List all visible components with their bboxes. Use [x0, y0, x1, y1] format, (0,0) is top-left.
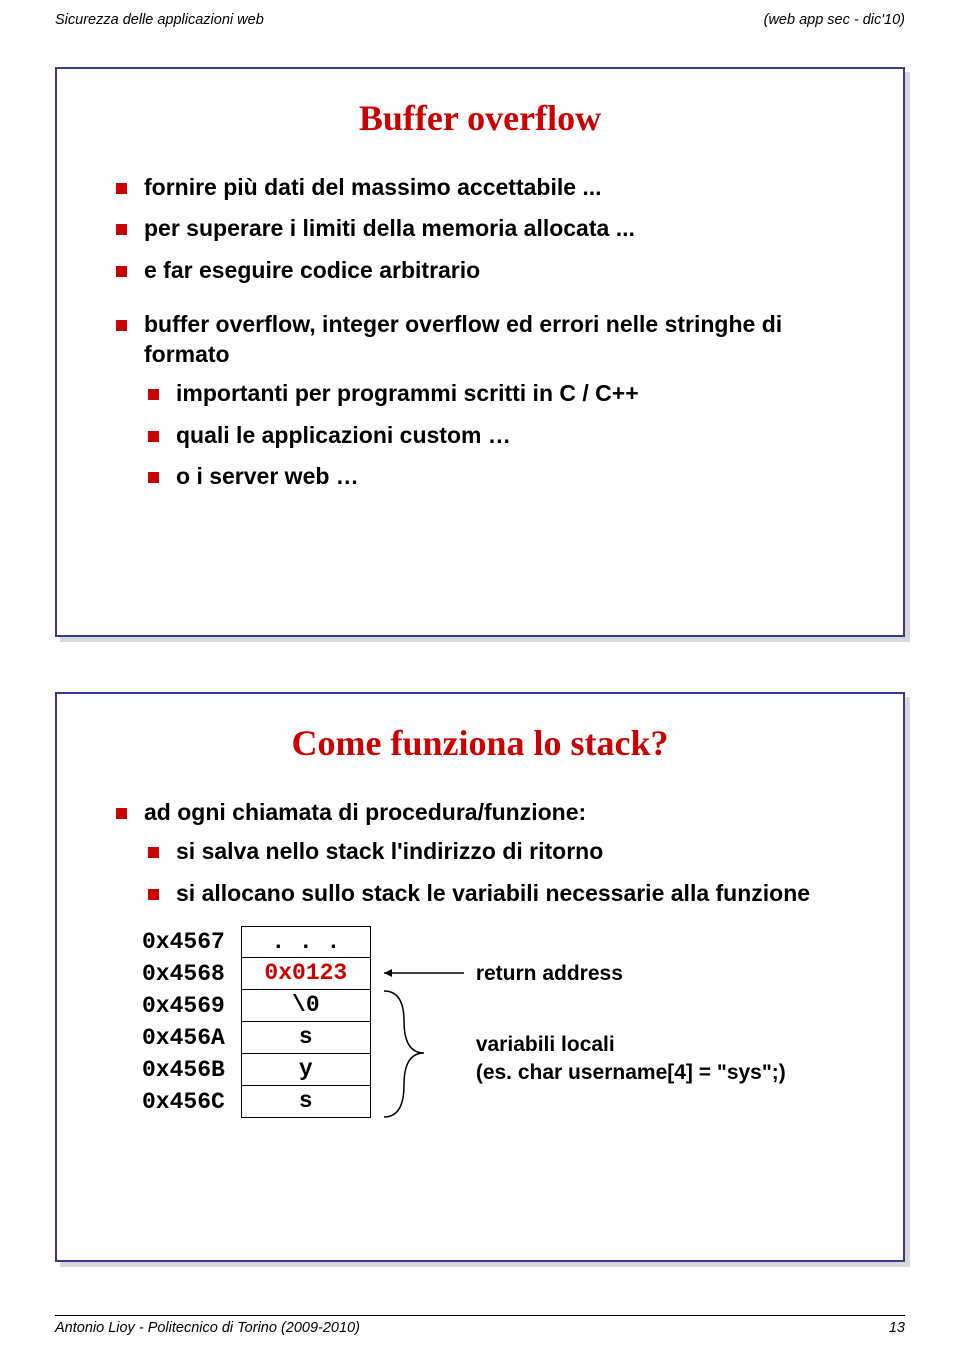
slide-1-sublist: importanti per programmi scritti in C / … — [144, 379, 848, 491]
page-header: Sicurezza delle applicazioni web (web ap… — [0, 0, 960, 32]
mem-cell: y — [241, 1054, 371, 1086]
addr-cell: 0x456C — [142, 1086, 233, 1118]
bullet-item: e far eseguire codice arbitrario — [112, 256, 848, 285]
addr-cell: 0x4569 — [142, 990, 233, 1022]
mem-cell: s — [241, 1086, 371, 1118]
bullet-item: fornire più dati del massimo accettabile… — [112, 173, 848, 202]
mem-cell: s — [241, 1022, 371, 1054]
memory-diagram: 0x4567 0x4568 0x4569 0x456A 0x456B 0x456… — [112, 926, 848, 1118]
diagram-connectors — [376, 925, 496, 1125]
slide-2-list: ad ogni chiamata di procedura/funzione: … — [112, 798, 848, 908]
header-right: (web app sec - dic'10) — [764, 12, 905, 28]
slide-1: Buffer overflow fornire più dati del mas… — [55, 67, 905, 637]
bullet-item: buffer overflow, integer overflow ed err… — [112, 310, 848, 491]
slide-2-title: Come funziona lo stack? — [112, 722, 848, 764]
annotation-local-vars: variabili locali (es. char username[4] =… — [476, 1031, 786, 1086]
sub-bullet-item: o i server web … — [144, 462, 848, 491]
sub-bullet-item: si salva nello stack l'indirizzo di rito… — [144, 837, 848, 866]
slide-1-list-1: fornire più dati del massimo accettabile… — [112, 173, 848, 285]
annotation-line: (es. char username[4] = "sys";) — [476, 1061, 786, 1084]
mem-cell: . . . — [241, 926, 371, 958]
slide-1-list-2: buffer overflow, integer overflow ed err… — [112, 310, 848, 491]
bullet-item: ad ogni chiamata di procedura/funzione: … — [112, 798, 848, 908]
page-footer: Antonio Lioy - Politecnico di Torino (20… — [55, 1315, 905, 1336]
addr-cell: 0x456B — [142, 1054, 233, 1086]
bullet-text: ad ogni chiamata di procedura/funzione: — [144, 799, 586, 825]
addr-cell: 0x456A — [142, 1022, 233, 1054]
addr-cell: 0x4568 — [142, 958, 233, 990]
annotation-line: variabili locali — [476, 1033, 615, 1056]
slide-1-title: Buffer overflow — [112, 97, 848, 139]
sub-bullet-item: quali le applicazioni custom … — [144, 421, 848, 450]
slides-area: Buffer overflow fornire più dati del mas… — [0, 32, 960, 1262]
value-column: . . . 0x0123 \0 s y s — [241, 926, 371, 1118]
mem-cell-return-addr: 0x0123 — [241, 958, 371, 990]
bullet-item: per superare i limiti della memoria allo… — [112, 214, 848, 243]
slide-2: Come funziona lo stack? ad ogni chiamata… — [55, 692, 905, 1262]
sub-bullet-item: importanti per programmi scritti in C / … — [144, 379, 848, 408]
header-left: Sicurezza delle applicazioni web — [55, 12, 264, 28]
footer-page-number: 13 — [889, 1320, 905, 1336]
annotation-return-address: return address — [476, 962, 623, 986]
sub-bullet-item: si allocano sullo stack le variabili nec… — [144, 879, 848, 908]
footer-left: Antonio Lioy - Politecnico di Torino (20… — [55, 1320, 360, 1336]
bullet-text: buffer overflow, integer overflow ed err… — [144, 311, 782, 366]
slide-2-sublist: si salva nello stack l'indirizzo di rito… — [144, 837, 848, 908]
mem-cell: \0 — [241, 990, 371, 1022]
address-column: 0x4567 0x4568 0x4569 0x456A 0x456B 0x456… — [142, 926, 233, 1118]
addr-cell: 0x4567 — [142, 926, 233, 958]
